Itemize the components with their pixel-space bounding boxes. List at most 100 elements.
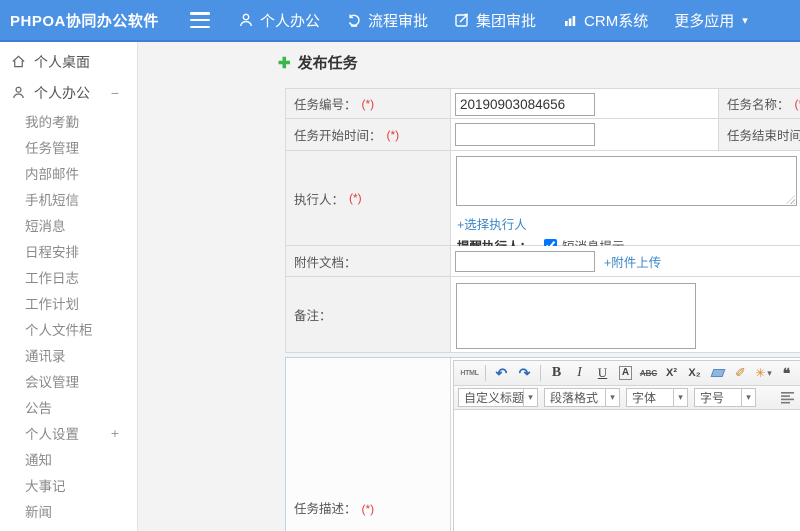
- nav-process-approval[interactable]: 流程审批: [346, 10, 428, 31]
- font-size-select[interactable]: 字号 ▾: [694, 388, 756, 407]
- sidebar-item-work-plan[interactable]: 工作计划: [0, 290, 137, 316]
- source-code-button[interactable]: HTML: [459, 363, 480, 383]
- sidebar-item-personal-settings[interactable]: 个人设置 +: [0, 420, 137, 446]
- align-left-icon[interactable]: [777, 388, 798, 408]
- caret-down-icon: ▾: [605, 389, 619, 406]
- paragraph-format-select[interactable]: 段落格式 ▾: [544, 388, 620, 407]
- editor-toolbar-row2: 自定义标题 ▾ 段落格式 ▾ 字体 ▾ 字号 ▾: [454, 386, 800, 410]
- required-mark: (*): [386, 127, 400, 142]
- alignment-buttons: [774, 388, 800, 408]
- main-content: ✚ 发布任务 任务编号：(*) 任务名称：(*) 任务开始时间：(*) 任: [139, 42, 800, 531]
- required-mark: (*): [361, 96, 375, 111]
- sidebar-item-announcement[interactable]: 公告: [0, 394, 137, 420]
- description-label: 任务描述： (*): [286, 358, 451, 531]
- app-logo[interactable]: PHPOA协同办公软件: [0, 10, 158, 31]
- top-navigation: 个人办公 流程审批 集团审批 CRM系统 更多应用 ▾: [238, 10, 774, 31]
- task-number-label: 任务编号： (*): [286, 89, 451, 119]
- sidebar-item-meeting-management[interactable]: 会议管理: [0, 368, 137, 394]
- person-icon: [239, 13, 253, 27]
- sidebar-item-personal-office[interactable]: 个人办公 −: [0, 77, 137, 108]
- home-icon: [12, 55, 25, 68]
- sidebar: 个人桌面 个人办公 − 我的考勤 任务管理 内部邮件 手机短信 短消息 日程安排…: [0, 42, 138, 531]
- bold-button[interactable]: B: [546, 363, 567, 383]
- expand-icon[interactable]: +: [111, 425, 119, 441]
- italic-button[interactable]: I: [569, 363, 590, 383]
- caret-down-icon: ▾: [742, 14, 748, 27]
- nav-group-approval[interactable]: 集团审批: [454, 10, 536, 31]
- remark-cell: [451, 277, 800, 353]
- caret-down-icon: ▾: [523, 389, 537, 406]
- sidebar-item-mobile-sms[interactable]: 手机短信: [0, 186, 137, 212]
- end-time-label: 任务结束时间：(*): [719, 119, 800, 151]
- editor-content-area[interactable]: [454, 410, 800, 531]
- executor-label: 执行人： (*): [286, 151, 451, 246]
- nav-label: 更多应用: [674, 12, 735, 30]
- task-number-input[interactable]: [455, 93, 595, 116]
- start-time-label: 任务开始时间： (*): [286, 119, 451, 151]
- caret-down-icon: ▾: [767, 367, 772, 378]
- format-brush-icon[interactable]: ✐: [730, 363, 751, 383]
- description-editor-cell: HTML ↶ ↷ B I U A ABC X² X₂ ✐ ✳ ▾ ❝ 自定义标题…: [451, 358, 800, 531]
- nav-more-apps[interactable]: 更多应用 ▾: [674, 10, 748, 31]
- sidebar-item-task-management[interactable]: 任务管理: [0, 134, 137, 160]
- required-mark: (*): [349, 191, 362, 205]
- blockquote-button[interactable]: ❝: [776, 363, 797, 383]
- page-title: ✚ 发布任务: [278, 52, 358, 73]
- attachment-label: 附件文档：: [286, 246, 451, 277]
- nav-crm-system[interactable]: CRM系统: [562, 10, 648, 31]
- font-family-select[interactable]: 字体 ▾: [626, 388, 688, 407]
- page-title-text: 发布任务: [297, 55, 358, 72]
- sidebar-item-internal-mail[interactable]: 内部邮件: [0, 160, 137, 186]
- topbar: PHPOA协同办公软件 个人办公 流程审批 集团审批 CRM系统 更多应用 ▾: [0, 0, 800, 42]
- collapse-icon[interactable]: −: [111, 85, 119, 101]
- separator: [540, 365, 541, 381]
- attachment-upload-link[interactable]: +附件上传: [604, 252, 661, 271]
- required-mark: (*): [794, 96, 800, 111]
- nav-label: 流程审批: [368, 12, 429, 30]
- sidebar-item-schedule[interactable]: 日程安排: [0, 238, 137, 264]
- editor-toolbar-row1: HTML ↶ ↷ B I U A ABC X² X₂ ✐ ✳ ▾ ❝: [454, 361, 800, 386]
- add-icon: ✚: [278, 54, 291, 72]
- subscript-button[interactable]: X₂: [684, 363, 705, 383]
- remark-label: 备注：: [286, 277, 451, 353]
- rich-text-editor: HTML ↶ ↷ B I U A ABC X² X₂ ✐ ✳ ▾ ❝ 自定义标题…: [453, 360, 800, 531]
- custom-title-select[interactable]: 自定义标题 ▾: [458, 388, 538, 407]
- sidebar-item-work-log[interactable]: 工作日志: [0, 264, 137, 290]
- edit-approval-icon: [455, 13, 469, 27]
- task-name-label: 任务名称：(*): [719, 89, 800, 119]
- sidebar-item-voting[interactable]: 投票管理: [0, 524, 137, 531]
- underline-button[interactable]: U: [592, 363, 613, 383]
- remark-textarea[interactable]: [456, 283, 696, 349]
- start-time-input[interactable]: [455, 123, 595, 146]
- app-window: PHPOA协同办公软件 个人办公 流程审批 集团审批 CRM系统 更多应用 ▾ …: [0, 0, 800, 531]
- sidebar-item-news[interactable]: 新闻: [0, 498, 137, 524]
- attachment-input[interactable]: [455, 250, 595, 272]
- sidebar-item-memorabilia[interactable]: 大事记: [0, 472, 137, 498]
- nav-label: 集团审批: [476, 12, 537, 30]
- executor-cell: +选择执行人 提醒执行人： 短消息提示: [451, 151, 800, 254]
- nav-personal-office[interactable]: 个人办公: [238, 10, 320, 31]
- sidebar-item-personal-files[interactable]: 个人文件柜: [0, 316, 137, 342]
- superscript-button[interactable]: X²: [661, 363, 682, 383]
- undo-button[interactable]: ↶: [491, 363, 512, 383]
- sidebar-item-contacts[interactable]: 通讯录: [0, 342, 137, 368]
- sidebar-item-personal-desktop[interactable]: 个人桌面: [0, 46, 137, 77]
- font-border-button[interactable]: A: [615, 363, 636, 383]
- separator: [485, 365, 486, 381]
- strikethrough-button[interactable]: ABC: [638, 363, 659, 383]
- nav-label: CRM系统: [584, 12, 649, 30]
- sidebar-item-short-message[interactable]: 短消息: [0, 212, 137, 238]
- nav-label: 个人办公: [260, 12, 321, 30]
- bar-chart-icon: [565, 16, 576, 26]
- choose-executor-link[interactable]: +选择执行人: [457, 214, 527, 233]
- hamburger-icon[interactable]: [190, 12, 210, 28]
- resize-handle[interactable]: [786, 195, 795, 204]
- user-icon: [13, 86, 24, 99]
- description-section: 任务描述： (*) HTML ↶ ↷ B I U A ABC X² X₂ ✐ ✳…: [285, 357, 800, 531]
- auto-format-icon[interactable]: ✳ ▾: [753, 363, 774, 383]
- executor-textarea[interactable]: [456, 156, 797, 206]
- sidebar-item-notice[interactable]: 通知: [0, 446, 137, 472]
- sidebar-item-my-attendance[interactable]: 我的考勤: [0, 108, 137, 134]
- redo-button[interactable]: ↷: [514, 363, 535, 383]
- eraser-icon[interactable]: [707, 363, 728, 383]
